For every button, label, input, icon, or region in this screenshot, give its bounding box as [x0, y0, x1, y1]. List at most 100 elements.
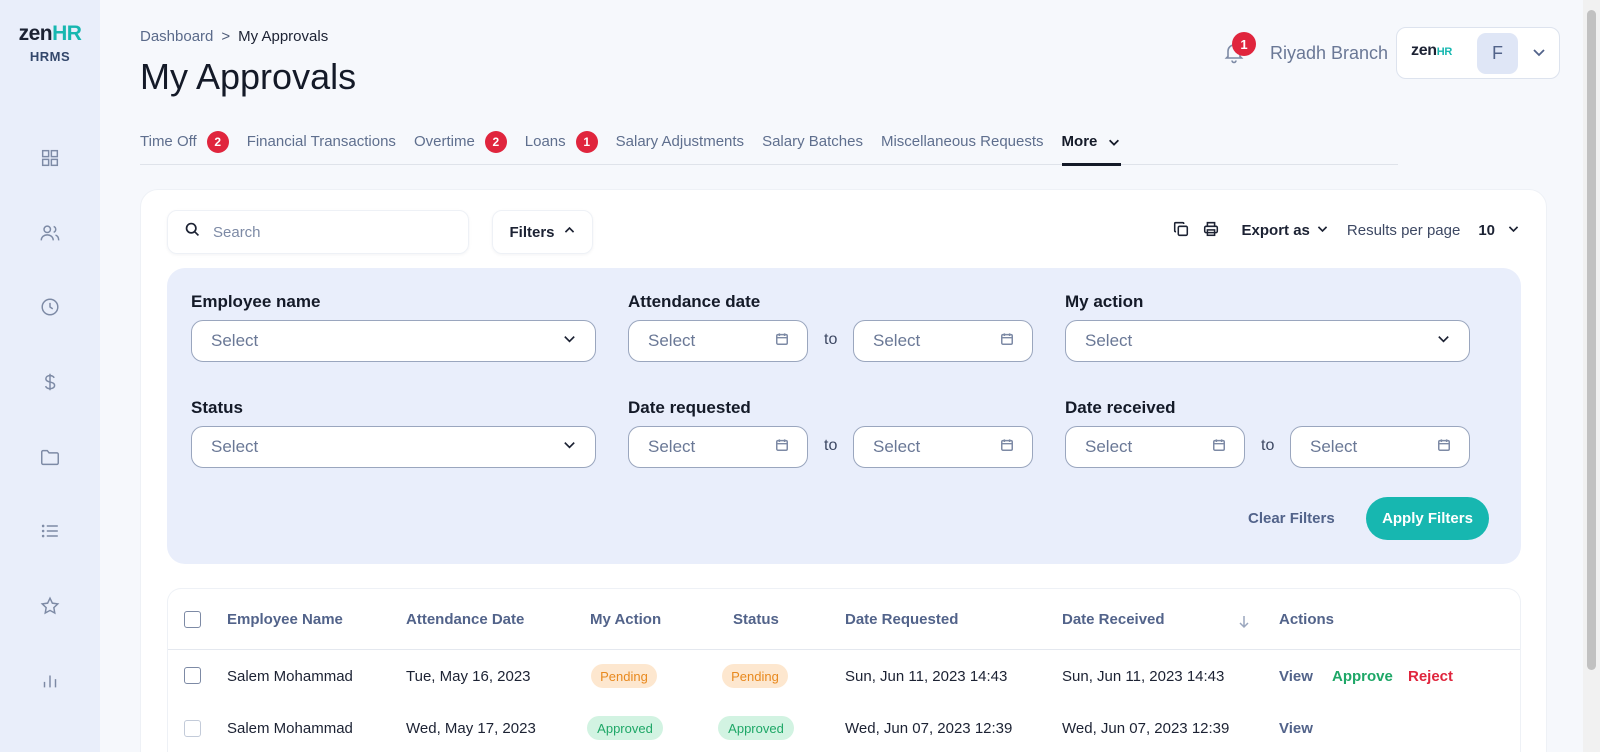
- date-received-to[interactable]: Select: [1290, 426, 1470, 468]
- list-icon[interactable]: [38, 519, 62, 543]
- breadcrumb: Dashboard > My Approvals: [140, 28, 328, 45]
- column-date-requested[interactable]: Date Requested: [845, 611, 958, 628]
- avatar: F: [1477, 33, 1518, 74]
- approve-link[interactable]: Approve: [1332, 668, 1393, 685]
- chevron-up-icon: [563, 224, 576, 241]
- select-all-checkbox[interactable]: [184, 611, 201, 628]
- calendar-icon: [1000, 437, 1014, 457]
- status-select[interactable]: Select: [191, 426, 596, 468]
- attendance-date-from[interactable]: Select: [628, 320, 808, 362]
- search-box: [167, 210, 469, 254]
- approvals-table: Employee Name Attendance Date My Action …: [167, 588, 1521, 752]
- print-icon[interactable]: [1202, 220, 1222, 240]
- column-employee-name[interactable]: Employee Name: [227, 611, 343, 628]
- row-checkbox[interactable]: [184, 720, 201, 737]
- tab-financial-transactions[interactable]: Financial Transactions: [247, 130, 396, 165]
- my-action-select[interactable]: Select: [1065, 320, 1470, 362]
- dashboard-grid-icon[interactable]: [38, 146, 62, 170]
- chevron-down-icon: [562, 437, 577, 457]
- to-label: to: [824, 437, 838, 454]
- scrollbar-thumb[interactable]: [1587, 10, 1596, 670]
- date-received-from[interactable]: Select: [1065, 426, 1245, 468]
- column-my-action[interactable]: My Action: [590, 611, 661, 628]
- tab-salary-batches[interactable]: Salary Batches: [762, 130, 863, 165]
- results-per-page-select[interactable]: 10: [1478, 222, 1520, 239]
- bar-chart-icon[interactable]: [38, 669, 62, 693]
- chevron-down-icon: [1531, 44, 1547, 65]
- approval-tabs: Time Off 2 Financial Transactions Overti…: [140, 130, 1398, 166]
- chevron-down-icon: [1436, 331, 1451, 351]
- tab-badge: 2: [484, 131, 507, 153]
- logo-subtitle: HRMS: [29, 49, 71, 64]
- my-action-label: My action: [1065, 292, 1144, 311]
- branch-name[interactable]: Riyadh Branch: [1270, 43, 1388, 64]
- tab-salary-adjustments[interactable]: Salary Adjustments: [616, 130, 744, 165]
- tab-badge: 1: [575, 131, 598, 153]
- tab-loans[interactable]: Loans 1: [525, 130, 598, 165]
- company-logo: zenHR: [1411, 42, 1453, 59]
- date-requested-to[interactable]: Select: [853, 426, 1033, 468]
- star-icon[interactable]: [38, 594, 62, 618]
- filter-panel: Employee name Select Attendance date Sel…: [167, 268, 1521, 564]
- date-received-label: Date received: [1065, 398, 1176, 417]
- my-action-badge: Pending: [591, 664, 657, 688]
- tab-time-off[interactable]: Time Off 2: [140, 130, 229, 165]
- tab-badge: 2: [206, 131, 229, 153]
- attendance-date-cell: Wed, May 17, 2023: [406, 720, 536, 737]
- clock-icon[interactable]: [38, 295, 62, 319]
- export-as-dropdown[interactable]: Export as: [1242, 222, 1329, 239]
- users-icon[interactable]: [38, 221, 62, 245]
- calendar-icon: [1212, 437, 1226, 457]
- attendance-date-to[interactable]: Select: [853, 320, 1033, 362]
- breadcrumb-current: My Approvals: [238, 28, 329, 45]
- view-link[interactable]: View: [1279, 668, 1313, 685]
- account-menu[interactable]: zenHR F: [1396, 27, 1560, 79]
- calendar-icon: [1437, 437, 1451, 457]
- breadcrumb-dashboard-link[interactable]: Dashboard: [140, 28, 213, 45]
- my-action-badge: Approved: [587, 716, 663, 740]
- results-per-page-label: Results per page: [1346, 221, 1461, 239]
- reject-link[interactable]: Reject: [1408, 668, 1453, 685]
- search-icon: [184, 221, 201, 243]
- copy-icon[interactable]: [1172, 220, 1192, 240]
- filters-toggle-button[interactable]: Filters: [492, 210, 593, 254]
- dollar-icon[interactable]: [38, 370, 62, 394]
- date-received-cell: Sun, Jun 11, 2023 14:43: [1062, 668, 1225, 685]
- date-requested-label: Date requested: [628, 398, 751, 417]
- status-badge: Approved: [718, 716, 794, 740]
- sort-arrow-down-icon[interactable]: [1238, 615, 1250, 634]
- sidebar: zenHR HRMS: [0, 0, 100, 752]
- approvals-card: Filters Export as Results per page 10 Em…: [140, 189, 1547, 752]
- tab-overtime[interactable]: Overtime 2: [414, 130, 507, 165]
- calendar-icon: [775, 437, 789, 457]
- table-header: Employee Name Attendance Date My Action …: [168, 589, 1520, 650]
- status-label: Status: [191, 398, 243, 417]
- attendance-date-label: Attendance date: [628, 292, 761, 311]
- folder-icon[interactable]: [38, 445, 62, 469]
- to-label: to: [824, 331, 838, 348]
- column-attendance-date[interactable]: Attendance Date: [406, 611, 524, 628]
- clear-filters-button[interactable]: Clear Filters: [1248, 510, 1335, 527]
- zenhr-logo[interactable]: zenHR HRMS: [14, 22, 86, 64]
- tab-miscellaneous-requests[interactable]: Miscellaneous Requests: [881, 130, 1044, 165]
- to-label: to: [1261, 437, 1275, 454]
- view-link[interactable]: View: [1279, 720, 1313, 737]
- employee-name-select[interactable]: Select: [191, 320, 596, 362]
- employee-name-cell: Salem Mohammad: [227, 668, 353, 685]
- table-toolbar: Export as Results per page 10: [1172, 220, 1520, 240]
- page-scrollbar[interactable]: [1583, 0, 1600, 752]
- page-title: My Approvals: [140, 56, 357, 97]
- employee-name-label: Employee name: [191, 292, 321, 311]
- employee-name-cell: Salem Mohammad: [227, 720, 353, 737]
- tab-more[interactable]: More: [1061, 130, 1122, 166]
- calendar-icon: [775, 331, 789, 351]
- date-requested-from[interactable]: Select: [628, 426, 808, 468]
- column-date-received[interactable]: Date Received: [1062, 611, 1165, 628]
- chevron-down-icon: [1507, 222, 1520, 239]
- search-input[interactable]: [213, 223, 433, 241]
- column-status[interactable]: Status: [733, 611, 779, 628]
- breadcrumb-separator: >: [221, 28, 231, 45]
- apply-filters-button[interactable]: Apply Filters: [1366, 497, 1489, 540]
- row-checkbox[interactable]: [184, 667, 201, 684]
- chevron-down-icon: [562, 331, 577, 351]
